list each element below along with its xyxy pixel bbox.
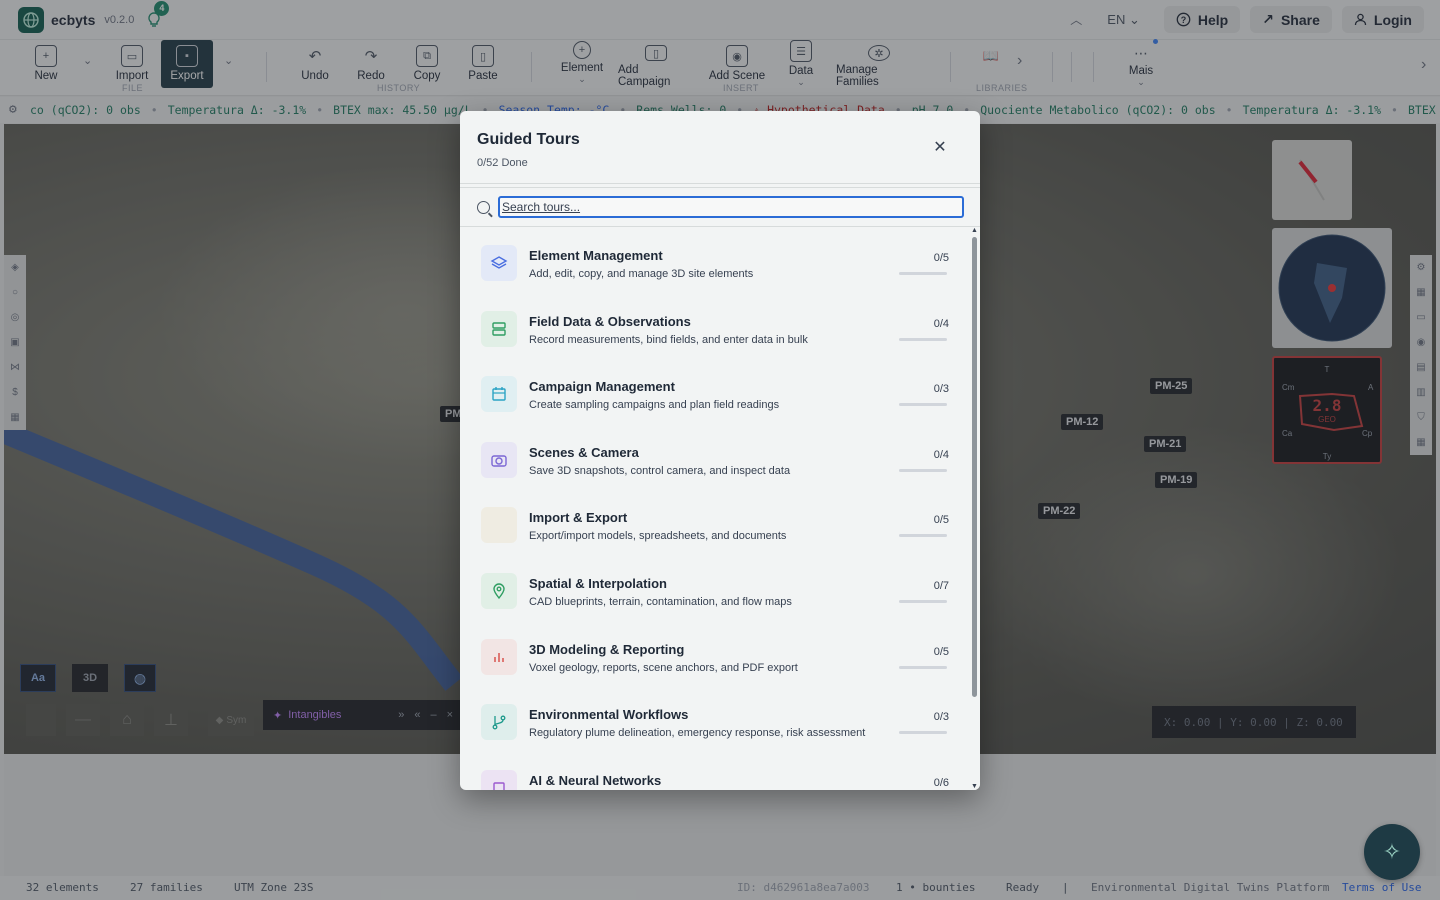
tour-progress-bar — [899, 272, 947, 275]
tour-item[interactable]: Environmental Workflows Regulatory plume… — [460, 686, 970, 752]
tour-progress-bar — [899, 731, 947, 735]
tour-name: Spatial & Interpolation — [529, 576, 667, 591]
tour-item[interactable]: 3D Modeling & Reporting Voxel geology, r… — [460, 621, 970, 687]
cpu-icon — [481, 769, 517, 790]
map-pin-icon — [481, 573, 517, 609]
tour-progress-bar — [899, 468, 947, 472]
calendar-icon — [481, 376, 517, 413]
camera-icon — [481, 441, 517, 478]
search-tours-input[interactable] — [498, 196, 964, 218]
tour-description: Export/import models, spreadsheets, and … — [529, 530, 787, 543]
ai-assistant-sparkle-icon[interactable]: ✧ — [1364, 824, 1420, 880]
tour-name: Scenes & Camera — [529, 444, 639, 460]
tour-description: Record measurements, bind fields, and en… — [529, 333, 808, 346]
tour-progress-count: 0/3 — [933, 711, 949, 724]
tour-progress-bar — [899, 337, 947, 341]
tour-progress-count: 0/5 — [933, 252, 949, 264]
tour-progress-count: 0/6 — [933, 776, 949, 789]
tour-item[interactable]: Field Data & Observations Record measure… — [460, 293, 970, 359]
tour-progress-count: 0/3 — [933, 383, 949, 396]
tour-name: AI & Neural Networks — [529, 772, 662, 788]
tour-name: Field Data & Observations — [529, 313, 691, 329]
tour-name: Import & Export — [529, 510, 628, 526]
tour-list-scrollbar[interactable]: ▲ ▼ — [970, 227, 980, 790]
tour-item[interactable]: Import & Export Export/import models, sp… — [460, 489, 970, 555]
bar-chart-icon — [481, 638, 517, 675]
tour-progress-bar — [899, 403, 947, 407]
tour-description: CAD blueprints, terrain, contamination, … — [529, 596, 792, 608]
git-branch-icon — [481, 704, 517, 741]
tour-description: Save 3D snapshots, control camera, and i… — [529, 464, 791, 477]
tour-item[interactable]: Element Management Add, edit, copy, and … — [460, 227, 970, 293]
tour-name: Campaign Management — [529, 379, 675, 395]
blank-icon — [481, 507, 517, 544]
tour-progress-bar — [899, 665, 947, 669]
tour-progress-bar — [899, 534, 947, 538]
tour-name: 3D Modeling & Reporting — [529, 641, 685, 657]
tour-item[interactable]: Campaign Management Create sampling camp… — [460, 358, 970, 424]
tour-name: Element Management — [529, 248, 663, 263]
tour-item[interactable]: Spatial & Interpolation CAD blueprints, … — [460, 555, 970, 621]
scrollbar-thumb[interactable] — [972, 237, 977, 697]
tour-description: Add, edit, copy, and manage 3D site elem… — [529, 268, 754, 280]
dialog-header: Guided Tours 0/52 Done ✕ — [460, 111, 980, 184]
tour-item[interactable]: AI & Neural Networks 0/6 — [460, 752, 970, 790]
tour-description: Create sampling campaigns and plan field… — [529, 399, 780, 412]
search-icon — [477, 201, 490, 214]
tour-progress-count: 0/4 — [933, 448, 949, 461]
tour-list: Element Management Add, edit, copy, and … — [460, 227, 970, 790]
layers-icon — [481, 245, 517, 281]
search-row — [460, 187, 980, 227]
tour-description: Regulatory plume delineation, emergency … — [529, 727, 866, 740]
tour-progress-count: 0/7 — [933, 580, 949, 592]
tour-description: Voxel geology, reports, scene anchors, a… — [529, 661, 798, 674]
guided-tours-dialog: Guided Tours 0/52 Done ✕ Element Managem… — [460, 111, 980, 790]
close-icon[interactable]: ✕ — [930, 138, 950, 158]
tours-progress: 0/52 Done — [477, 157, 528, 169]
tour-name: Environmental Workflows — [529, 707, 689, 723]
database-icon — [481, 310, 517, 347]
tour-progress-bar — [899, 600, 947, 603]
scroll-down-arrow-icon[interactable]: ▼ — [971, 783, 978, 790]
tour-progress-count: 0/5 — [933, 514, 949, 527]
tour-item[interactable]: Scenes & Camera Save 3D snapshots, contr… — [460, 424, 970, 490]
scroll-up-arrow-icon[interactable]: ▲ — [971, 227, 978, 234]
dialog-title: Guided Tours — [477, 131, 580, 148]
tour-progress-count: 0/4 — [933, 317, 949, 330]
tour-progress-count: 0/5 — [933, 645, 949, 658]
